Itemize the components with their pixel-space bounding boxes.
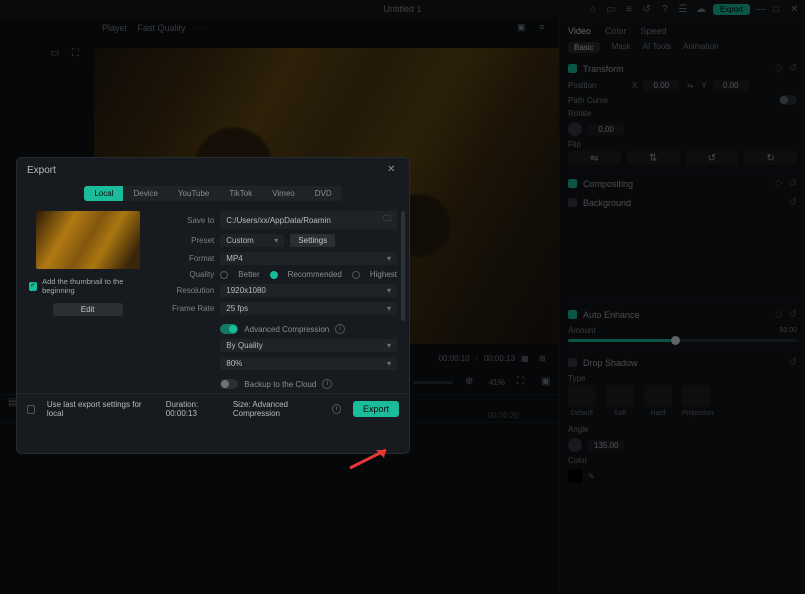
add-thumbnail-checkbox[interactable] (29, 282, 37, 291)
export-tab-tiktok[interactable]: TikTok (219, 186, 262, 201)
resolution-label: Resolution (158, 286, 214, 295)
folder-icon[interactable]: 🗀 (383, 213, 391, 227)
annotation-arrow (346, 446, 394, 470)
export-tab-local[interactable]: Local (84, 186, 123, 201)
export-button[interactable]: Export (353, 401, 399, 417)
preset-label: Preset (158, 236, 214, 245)
format-select[interactable]: MP4▾ (220, 252, 397, 265)
saveto-input[interactable]: C:/Users/xx/AppData/Roamin 🗀 (220, 211, 397, 229)
preset-settings-button[interactable]: Settings (290, 234, 335, 247)
use-last-settings-label: Use last export settings for local (47, 400, 142, 418)
quality-recommended-radio[interactable] (270, 271, 278, 279)
quality-highest-radio[interactable] (352, 271, 360, 279)
thumbnail-edit-button[interactable]: Edit (53, 303, 123, 316)
format-label: Format (158, 254, 214, 263)
advanced-compression-toggle[interactable] (220, 324, 238, 334)
quality-radio-group: Better Recommended Highest (220, 270, 397, 279)
dialog-title: Export (27, 165, 56, 176)
export-thumbnail (36, 211, 140, 269)
export-duration: Duration: 00:00:13 (166, 400, 221, 418)
modal-scrollbar[interactable] (401, 211, 405, 389)
advanced-compression-label: Advanced Compression (244, 325, 329, 334)
export-size: Size: Advanced Compression (233, 400, 320, 418)
export-tab-vimeo[interactable]: Vimeo (262, 186, 305, 201)
dialog-close-button[interactable]: ✕ (387, 164, 399, 176)
framerate-select[interactable]: 25 fps▾ (220, 302, 397, 315)
advcomp-quality-select[interactable]: 80%▾ (220, 357, 397, 370)
advcomp-info-icon[interactable]: i (335, 324, 345, 334)
quality-better-radio[interactable] (220, 271, 228, 279)
quality-label: Quality (158, 270, 214, 279)
resolution-select[interactable]: 1920x1080▾ (220, 284, 397, 297)
saveto-label: Save to (158, 216, 214, 225)
framerate-label: Frame Rate (158, 304, 214, 313)
cloud-backup-toggle[interactable] (220, 379, 238, 389)
size-info-icon[interactable]: i (332, 404, 341, 414)
use-last-settings-checkbox[interactable] (27, 405, 35, 414)
export-dialog: Export ✕ Local Device YouTube TikTok Vim… (17, 158, 409, 453)
preset-select[interactable]: Custom▾ (220, 234, 284, 247)
advcomp-mode-select[interactable]: By Quality▾ (220, 339, 397, 352)
add-thumbnail-label: Add the thumbnail to the beginning (42, 277, 146, 295)
export-tab-youtube[interactable]: YouTube (168, 186, 219, 201)
export-tab-dvd[interactable]: DVD (305, 186, 342, 201)
export-tab-device[interactable]: Device (123, 186, 167, 201)
cloud-info-icon[interactable]: i (322, 379, 332, 389)
cloud-backup-label: Backup to the Cloud (244, 380, 316, 389)
